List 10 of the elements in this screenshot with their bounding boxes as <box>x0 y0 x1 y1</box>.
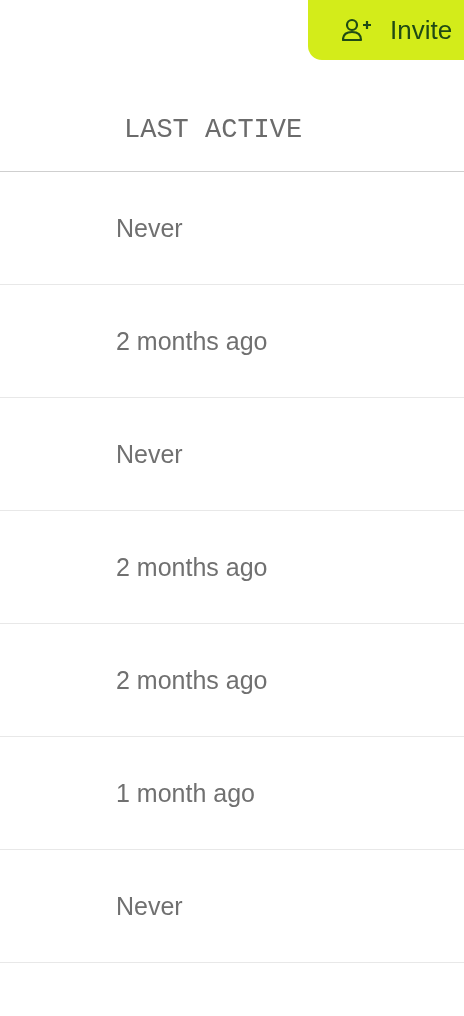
table-cell: 2 months ago <box>116 552 268 582</box>
add-user-icon <box>342 18 372 42</box>
table-cell: 2 months ago <box>116 326 268 356</box>
table-cell: 1 month ago <box>116 778 255 808</box>
column-header: LAST ACTIVE <box>124 114 303 145</box>
table-cell: 2 months ago <box>116 665 268 695</box>
table-cell: Never <box>116 439 183 469</box>
table-cell: Never <box>116 213 183 243</box>
invite-button[interactable]: Invite <box>308 0 464 60</box>
table-cell: Never <box>116 891 183 921</box>
